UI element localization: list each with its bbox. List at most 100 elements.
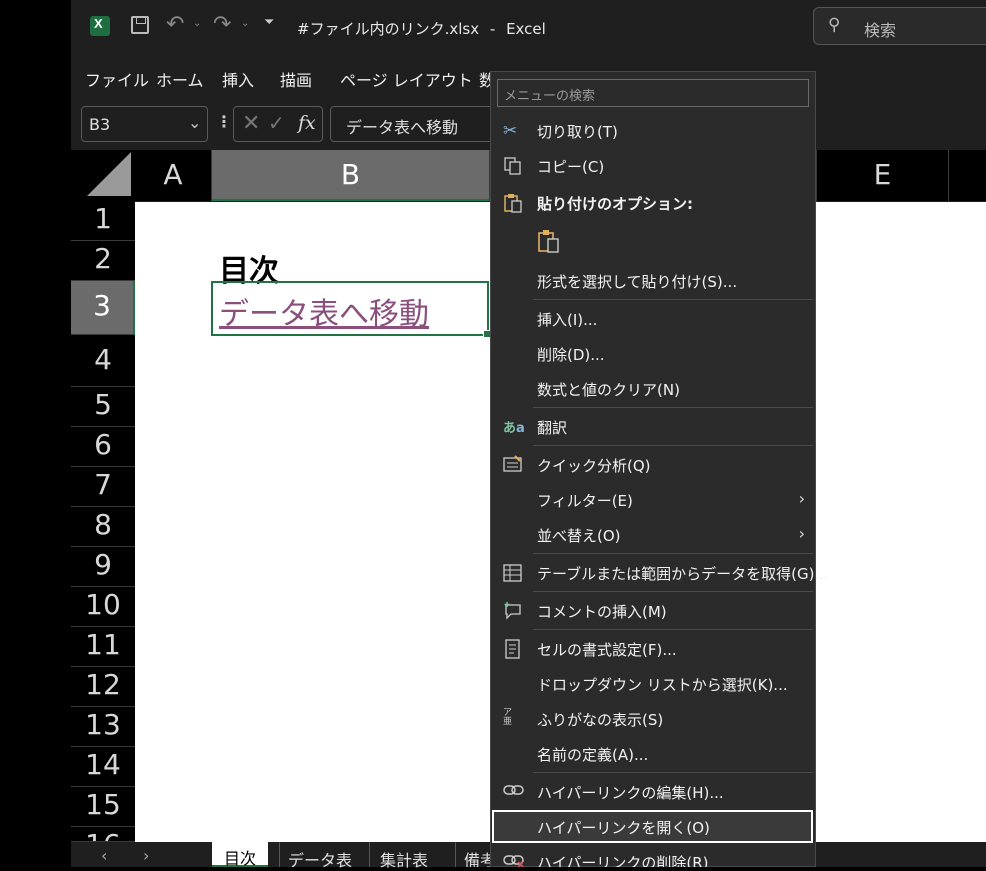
next-sheet-icon[interactable]: ›	[143, 846, 149, 865]
menu-item-copy[interactable]: コピー(C)	[491, 149, 815, 183]
row-header-13[interactable]: 13	[71, 707, 135, 747]
clipboard-icon	[538, 230, 559, 253]
enter-icon[interactable]: ✓	[268, 111, 285, 135]
menu-item-clear-contents[interactable]: 数式と値のクリア(N)	[491, 372, 815, 406]
title-bar: X ↶ ⌄ ↷ ⌄ ⏷ #ファイル内のリンク.xlsx - Excel ⚲ 検索	[71, 0, 986, 56]
row-header-14[interactable]: 14	[71, 747, 135, 787]
menu-item-quick-analysis[interactable]: クイック分析(Q)	[491, 448, 815, 482]
sheet-tab-summary-label: 集計表	[380, 851, 429, 870]
row-header-9[interactable]: 9	[71, 547, 135, 587]
redo-icon[interactable]: ↷	[213, 12, 231, 37]
comment-icon	[503, 601, 525, 621]
row-header-1[interactable]: 1	[71, 201, 135, 241]
prev-sheet-icon[interactable]: ‹	[101, 846, 107, 865]
menu-item-translate[interactable]: あa 翻訳	[491, 410, 815, 444]
menu-item-label: ハイパーリンクの編集(H)...	[537, 784, 724, 802]
row-header-3[interactable]: 3	[71, 281, 135, 335]
row-header-11[interactable]: 11	[71, 627, 135, 667]
menu-item-insert[interactable]: 挿入(I)...	[491, 302, 815, 336]
menu-item-label: セルの書式設定(F)...	[537, 641, 677, 659]
more-options-icon[interactable]: ⋮	[216, 112, 232, 131]
menu-item-sort[interactable]: 並べ替え(O) ›	[491, 518, 815, 552]
menu-item-label: ドロップダウン リストから選択(K)...	[537, 676, 788, 694]
cell-b3-selection[interactable]: データ表へ移動	[211, 281, 491, 338]
chevron-down-icon[interactable]: ⌄	[188, 113, 201, 132]
menu-separator	[533, 299, 813, 300]
unlink-icon	[503, 852, 525, 867]
tab-file[interactable]: ファイル	[85, 67, 149, 91]
column-header-a[interactable]: A	[135, 150, 212, 201]
menu-item-label: フィルター(E)	[537, 492, 633, 510]
customize-qat-icon[interactable]: ⏷	[264, 15, 274, 30]
menu-item-label: 数式と値のクリア(N)	[537, 381, 680, 399]
undo-dropdown-icon[interactable]: ⌄	[193, 18, 201, 29]
row-headers: 1 2 3 4 5 6 7 8 9 10 11 12 13 14 15 16	[71, 201, 135, 842]
chevron-right-icon: ›	[798, 524, 805, 543]
paste-button[interactable]	[537, 229, 563, 255]
menu-item-label: 名前の定義(A)...	[537, 746, 649, 764]
tab-draw[interactable]: 描画	[280, 67, 312, 91]
menu-search-placeholder: メニューの検索	[504, 89, 596, 104]
link-icon	[503, 782, 525, 802]
menu-item-edit-hyperlink[interactable]: ハイパーリンクの編集(H)...	[491, 775, 815, 809]
menu-item-label: ハイパーリンクを開く(O)	[537, 819, 710, 837]
column-header-e[interactable]: E	[816, 150, 949, 201]
menu-item-cut[interactable]: ✂ 切り取り(T)	[491, 114, 815, 148]
menu-search-input[interactable]: メニューの検索	[497, 79, 809, 107]
insert-function-icon[interactable]: fx	[298, 112, 316, 134]
menu-item-open-hyperlink[interactable]: ハイパーリンクを開く(O)	[492, 810, 813, 843]
select-all-corner[interactable]	[71, 150, 135, 201]
row-header-15[interactable]: 15	[71, 787, 135, 827]
undo-icon[interactable]: ↶	[166, 12, 184, 37]
menu-item-label: 挿入(I)...	[537, 311, 598, 329]
formula-buttons: ✕ ✓ fx	[233, 106, 323, 142]
row-header-2[interactable]: 2	[71, 241, 135, 281]
menu-item-paste-special[interactable]: 形式を選択して貼り付け(S)...	[491, 264, 815, 298]
tab-insert[interactable]: 挿入	[222, 67, 254, 91]
name-box-value: B3	[89, 115, 111, 134]
sheet-tab-toc-label: 目次	[224, 849, 257, 868]
row-header-16[interactable]: 16	[71, 827, 135, 842]
row-header-6[interactable]: 6	[71, 427, 135, 467]
sheet-tab-summary[interactable]: 集計表	[369, 842, 450, 870]
name-box[interactable]: B3 ⌄	[81, 106, 208, 142]
menu-item-insert-comment[interactable]: コメントの挿入(M)	[491, 594, 815, 628]
furigana-icon: ア亜	[503, 708, 513, 727]
title-separator: -	[489, 20, 496, 38]
menu-item-label: コピー(C)	[537, 158, 605, 176]
row-header-7[interactable]: 7	[71, 467, 135, 507]
redo-dropdown-icon[interactable]: ⌄	[241, 18, 249, 29]
row-header-10[interactable]: 10	[71, 587, 135, 627]
menu-item-label: 貼り付けのオプション:	[537, 195, 693, 213]
cancel-icon[interactable]: ✕	[242, 111, 260, 136]
menu-item-show-furigana[interactable]: ア亜 ふりがなの表示(S)	[491, 702, 815, 736]
sheet-tab-toc[interactable]: 目次	[212, 842, 268, 868]
row-header-8[interactable]: 8	[71, 507, 135, 547]
chevron-right-icon: ›	[798, 489, 805, 508]
row-header-12[interactable]: 12	[71, 667, 135, 707]
column-header-b[interactable]: B	[212, 150, 490, 201]
hyperlink-cell-b3[interactable]: データ表へ移動	[219, 289, 429, 333]
menu-item-define-name[interactable]: 名前の定義(A)...	[491, 737, 815, 771]
tab-page-layout[interactable]: ページ レイアウト	[340, 67, 473, 91]
menu-item-get-data[interactable]: テーブルまたは範囲からデータを取得(G)...	[491, 556, 829, 590]
menu-separator	[533, 772, 813, 773]
save-icon[interactable]	[131, 16, 149, 34]
search-box[interactable]: ⚲ 検索	[813, 7, 986, 45]
tab-home[interactable]: ホーム	[156, 67, 204, 91]
menu-item-label: ふりがなの表示(S)	[537, 711, 664, 729]
row-header-4[interactable]: 4	[71, 335, 135, 387]
menu-item-filter[interactable]: フィルター(E) ›	[491, 483, 815, 517]
menu-separator	[533, 407, 813, 408]
sheet-tab-notes[interactable]: 備考	[455, 842, 492, 867]
excel-logo-icon: X	[90, 16, 110, 36]
menu-item-delete[interactable]: 削除(D)...	[491, 337, 815, 371]
menu-item-remove-hyperlink[interactable]: ハイパーリンクの削除(R)	[491, 845, 815, 867]
menu-item-pick-from-list[interactable]: ドロップダウン リストから選択(K)...	[491, 667, 815, 701]
menu-item-format-cells[interactable]: セルの書式設定(F)...	[491, 632, 815, 666]
row-header-5[interactable]: 5	[71, 387, 135, 427]
sheet-tab-data[interactable]: データ表	[279, 842, 360, 870]
translate-icon: あa	[503, 421, 525, 436]
sheet-tab-data-label: データ表	[288, 851, 353, 870]
app-name: Excel	[506, 20, 546, 38]
